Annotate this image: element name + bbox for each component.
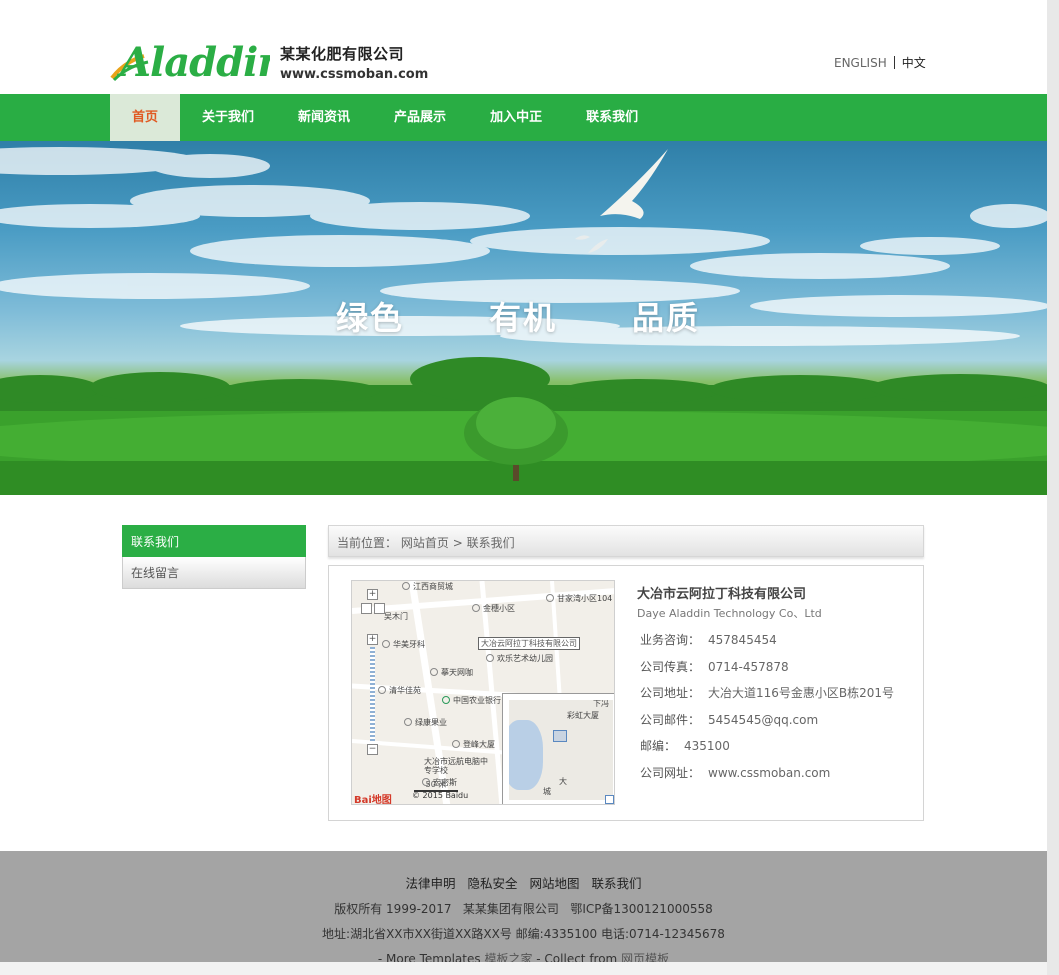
baidu-map-logo[interactable]: Bai地图 xyxy=(354,791,392,804)
map-marker[interactable]: 大冶云阿拉丁科技有限公司 xyxy=(478,637,580,650)
main-nav: 首页 关于我们 新闻资讯 产品展示 加入中正 联系我们 xyxy=(0,94,1047,141)
hero-banner: 绿色 有机 品质 xyxy=(0,141,1047,495)
sidebar-item-contact[interactable]: 联系我们 xyxy=(122,525,306,557)
footer-link-sitemap[interactable]: 网站地图 xyxy=(529,876,579,891)
breadcrumb-prefix: 当前位置： xyxy=(337,536,398,550)
breadcrumb: 当前位置： 网站首页 > 联系我们 xyxy=(328,525,924,557)
slogan-green: 绿色 xyxy=(336,299,405,337)
map-label: 大冶市远航电脑中专学校 xyxy=(424,757,488,775)
sidebar: 联系我们 在线留言 xyxy=(122,525,306,589)
footer-link-contact[interactable]: 联系我们 xyxy=(591,876,641,891)
contact-row-email: 公司邮件： 5454545@qq.com xyxy=(640,712,819,727)
map-overview-toggle-icon[interactable] xyxy=(605,795,614,804)
lang-divider xyxy=(893,56,895,69)
footer-link-legal[interactable]: 法律申明 xyxy=(405,876,455,891)
company-title-block: 某某化肥有限公司 www.cssmoban.com xyxy=(280,43,428,82)
map-overview[interactable]: 彩虹大厦 下冯 城 大 xyxy=(502,693,614,804)
contact-row-address: 公司地址： 大冶大道116号金惠小区B栋201号 xyxy=(640,686,895,700)
map-label: 甘家湾小区104 xyxy=(546,593,612,604)
contact-row-fax: 公司传真： 0714-457878 xyxy=(640,659,789,674)
map-label: 吴木门 xyxy=(384,612,408,621)
seagull-icon xyxy=(600,149,668,219)
footer-links: 法律申明 隐私安全 网站地图 联系我们 xyxy=(0,873,1047,892)
nav-item-news[interactable]: 新闻资讯 xyxy=(276,94,372,141)
map-pan-left-icon[interactable] xyxy=(361,603,372,614)
footer-address: 地址:湖北省XX市XX街道XX路XX号 邮编:4335100 电话:0714-1… xyxy=(322,927,725,941)
map-zoom-in-icon[interactable]: + xyxy=(367,634,378,645)
lang-chinese-link[interactable]: 中文 xyxy=(902,56,926,70)
footer-copyright: 版权所有 1999-2017 某某集团有限公司 鄂ICP备13001210005… xyxy=(334,902,713,916)
contact-info: 大冶市云阿拉丁科技有限公司 Daye Aladdin Technology Co… xyxy=(637,580,894,786)
breadcrumb-home-link[interactable]: 网站首页 xyxy=(401,536,449,550)
lang-english-link[interactable]: ENGLISH xyxy=(834,56,887,70)
site-header: Aladdin 某某化肥有限公司 www.cssmoban.com ENGLIS… xyxy=(0,0,1047,94)
nav-item-products[interactable]: 产品展示 xyxy=(372,94,468,141)
map-label: 登峰大厦 xyxy=(452,739,495,750)
sidebar-item-message[interactable]: 在线留言 xyxy=(122,557,306,589)
map-label: 中国农业银行 xyxy=(442,695,501,706)
map-copyright: © 2015 Baidu xyxy=(412,791,469,800)
map-label: 摹天网咖 xyxy=(430,667,473,678)
breadcrumb-separator: > xyxy=(452,536,463,550)
page-bottom-strip xyxy=(0,962,1047,975)
footer-link-privacy[interactable]: 隐私安全 xyxy=(467,876,517,891)
map-label: 清华佳苑 xyxy=(378,685,421,696)
map-zoom-out-icon[interactable]: − xyxy=(367,744,378,755)
company-name: 某某化肥有限公司 xyxy=(280,45,405,63)
aladdin-logo[interactable]: Aladdin xyxy=(110,34,270,82)
contact-row-phone: 业务咨询： 457845454 xyxy=(640,633,777,647)
breadcrumb-current: 联系我们 xyxy=(466,536,515,550)
map-label: 江西商贸城 xyxy=(402,581,453,592)
contact-row-postcode: 邮编： 435100 xyxy=(640,739,730,753)
nav-item-home[interactable]: 首页 xyxy=(110,94,181,141)
nav-item-about[interactable]: 关于我们 xyxy=(180,94,276,141)
map-label: 华美牙科 xyxy=(382,639,425,650)
map-pan-icon[interactable]: + xyxy=(367,589,378,600)
map-label: 金穗小区 xyxy=(472,603,515,614)
slogan-organic: 有机 xyxy=(489,299,558,337)
site-footer: 法律申明 隐私安全 网站地图 联系我们 版权所有 1999-2017 某某集团有… xyxy=(0,851,1047,966)
contact-company-en: Daye Aladdin Technology Co、Ltd xyxy=(637,607,822,620)
contact-row-website: 公司网址： www.cssmoban.com xyxy=(640,765,831,780)
slogan-quality: 品质 xyxy=(632,299,701,337)
baidu-map[interactable]: + + − 江西商贸城 甘家湾小区104 金穗小区 吴木门 华美牙科 大冶云阿拉… xyxy=(351,580,615,805)
page-scrollbar[interactable] xyxy=(1047,0,1059,975)
contact-panel: + + − 江西商贸城 甘家湾小区104 金穗小区 吴木门 华美牙科 大冶云阿拉… xyxy=(328,565,924,821)
map-label: 欢乐艺术幼儿园 xyxy=(486,653,553,664)
svg-text:Aladdin: Aladdin xyxy=(116,39,270,82)
contact-company-name: 大冶市云阿拉丁科技有限公司 xyxy=(637,587,807,602)
company-url: www.cssmoban.com xyxy=(280,67,429,82)
language-switcher: ENGLISH 中文 xyxy=(834,54,926,71)
map-label: 绿康果业 xyxy=(404,717,447,728)
nav-item-join[interactable]: 加入中正 xyxy=(468,94,564,141)
map-zoom-slider[interactable] xyxy=(370,647,375,743)
nav-item-contact[interactable]: 联系我们 xyxy=(564,94,660,141)
page: Aladdin 某某化肥有限公司 www.cssmoban.com ENGLIS… xyxy=(0,0,1047,975)
